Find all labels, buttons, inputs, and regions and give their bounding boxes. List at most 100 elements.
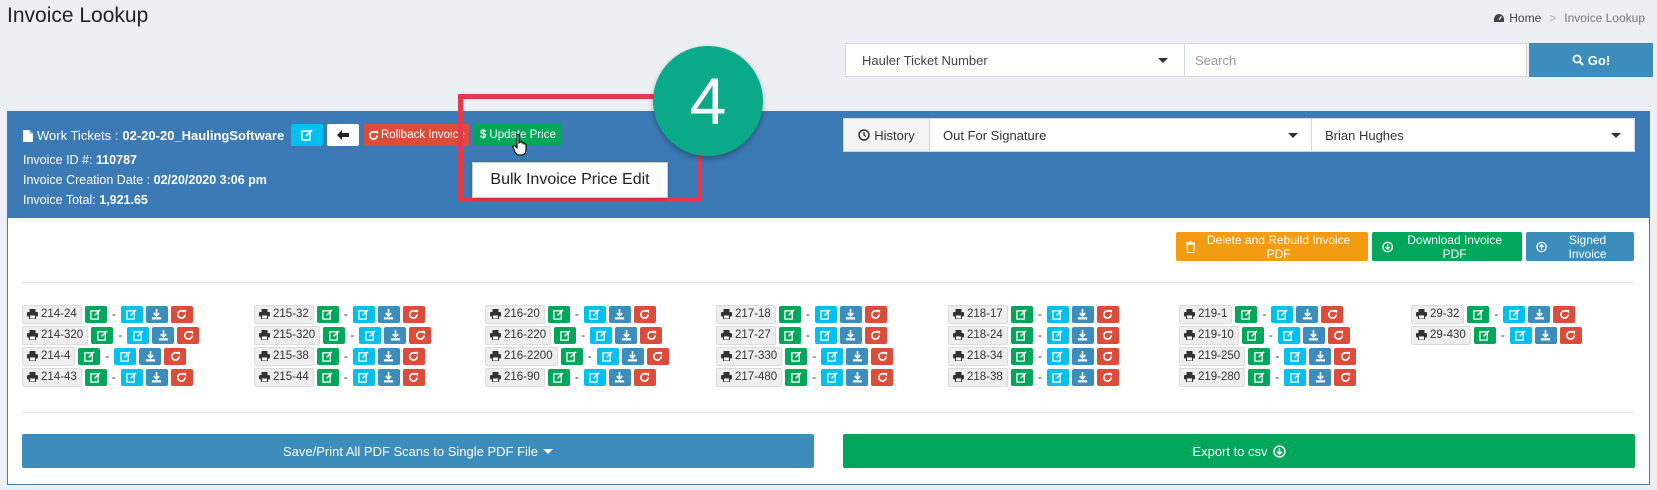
ticket-edit-button[interactable] <box>1010 326 1033 344</box>
ticket-edit-scan-button[interactable] <box>1509 326 1532 344</box>
ticket-print-button[interactable]: 215-320 <box>254 325 321 345</box>
ticket-refresh-button[interactable] <box>864 326 887 344</box>
ticket-print-button[interactable]: 217-330 <box>716 346 783 366</box>
ticket-print-button[interactable]: 29-32 <box>1411 304 1465 324</box>
ticket-edit-scan-button[interactable] <box>1046 368 1069 386</box>
ticket-download-button[interactable] <box>615 326 638 344</box>
ticket-print-button[interactable]: 214-4 <box>22 346 76 366</box>
ticket-download-button[interactable] <box>839 305 862 323</box>
ticket-download-button[interactable] <box>1071 347 1094 365</box>
signed-invoice-button[interactable]: Signed Invoice <box>1526 232 1634 261</box>
ticket-refresh-button[interactable] <box>402 305 425 323</box>
ticket-download-button[interactable] <box>608 305 631 323</box>
ticket-edit-button[interactable] <box>1241 326 1264 344</box>
ticket-refresh-button[interactable] <box>646 347 669 365</box>
ticket-edit-button[interactable] <box>785 347 808 365</box>
ticket-refresh-button[interactable] <box>1096 347 1119 365</box>
ticket-download-button[interactable] <box>846 368 869 386</box>
ticket-edit-scan-button[interactable] <box>821 347 844 365</box>
ticket-refresh-button[interactable] <box>1096 326 1119 344</box>
ticket-print-button[interactable]: 215-38 <box>254 346 314 366</box>
download-invoice-pdf-button[interactable]: Download Invoice PDF <box>1372 232 1522 261</box>
ticket-download-button[interactable] <box>839 326 862 344</box>
ticket-edit-scan-button[interactable] <box>1284 347 1307 365</box>
ticket-edit-scan-button[interactable] <box>1271 305 1294 323</box>
ticket-edit-scan-button[interactable] <box>1046 305 1069 323</box>
ticket-print-button[interactable]: 219-280 <box>1179 367 1246 387</box>
ticket-edit-scan-button[interactable] <box>596 347 619 365</box>
ticket-download-button[interactable] <box>1309 368 1332 386</box>
ticket-download-button[interactable] <box>1309 347 1332 365</box>
ticket-edit-button[interactable] <box>1473 326 1496 344</box>
ticket-download-button[interactable] <box>1296 305 1319 323</box>
ticket-print-button[interactable]: 216-2200 <box>485 346 558 366</box>
search-type-select[interactable]: Hauler Ticket Number <box>845 43 1185 77</box>
ticket-edit-scan-button[interactable] <box>352 347 375 365</box>
ticket-edit-button[interactable] <box>84 305 107 323</box>
ticket-edit-scan-button[interactable] <box>1046 326 1069 344</box>
ticket-edit-button[interactable] <box>547 305 570 323</box>
ticket-refresh-button[interactable] <box>1334 368 1357 386</box>
ticket-download-button[interactable] <box>1528 305 1551 323</box>
ticket-download-button[interactable] <box>1302 326 1325 344</box>
ticket-refresh-button[interactable] <box>871 368 894 386</box>
save-print-all-pdf-button[interactable]: Save/Print All PDF Scans to Single PDF F… <box>22 434 814 468</box>
ticket-download-button[interactable] <box>152 326 175 344</box>
ticket-refresh-button[interactable] <box>1327 326 1350 344</box>
ticket-print-button[interactable]: 217-18 <box>716 304 776 324</box>
ticket-edit-scan-button[interactable] <box>1046 347 1069 365</box>
breadcrumb-home-link[interactable]: Home <box>1509 11 1541 25</box>
ticket-edit-button[interactable] <box>785 368 808 386</box>
ticket-edit-button[interactable] <box>1248 347 1271 365</box>
ticket-edit-button[interactable] <box>316 347 339 365</box>
ticket-edit-scan-button[interactable] <box>120 368 143 386</box>
ticket-edit-scan-button[interactable] <box>352 368 375 386</box>
ticket-refresh-button[interactable] <box>871 347 894 365</box>
ticket-print-button[interactable]: 218-24 <box>948 325 1008 345</box>
ticket-edit-button[interactable] <box>316 305 339 323</box>
ticket-print-button[interactable]: 217-480 <box>716 367 783 387</box>
ticket-download-button[interactable] <box>621 347 644 365</box>
back-button[interactable] <box>327 124 359 146</box>
ticket-edit-button[interactable] <box>323 326 346 344</box>
ticket-edit-button[interactable] <box>1010 305 1033 323</box>
ticket-refresh-button[interactable] <box>1553 305 1576 323</box>
ticket-edit-button[interactable] <box>554 326 577 344</box>
ticket-download-button[interactable] <box>139 347 162 365</box>
ticket-edit-scan-button[interactable] <box>359 326 382 344</box>
edit-invoice-button[interactable] <box>291 124 323 146</box>
ticket-print-button[interactable]: 215-44 <box>254 367 314 387</box>
ticket-edit-scan-button[interactable] <box>1284 368 1307 386</box>
ticket-download-button[interactable] <box>1071 368 1094 386</box>
ticket-edit-button[interactable] <box>1010 347 1033 365</box>
ticket-print-button[interactable]: 214-320 <box>22 325 89 345</box>
ticket-refresh-button[interactable] <box>633 368 656 386</box>
ticket-print-button[interactable]: 216-220 <box>485 325 552 345</box>
assigned-user-select[interactable]: Brian Hughes <box>1312 119 1634 151</box>
ticket-edit-scan-button[interactable] <box>114 347 137 365</box>
ticket-edit-button[interactable] <box>560 347 583 365</box>
ticket-edit-button[interactable] <box>1248 368 1271 386</box>
ticket-print-button[interactable]: 218-17 <box>948 304 1008 324</box>
ticket-print-button[interactable]: 219-10 <box>1179 325 1239 345</box>
ticket-edit-scan-button[interactable] <box>352 305 375 323</box>
ticket-download-button[interactable] <box>145 368 168 386</box>
ticket-print-button[interactable]: 217-27 <box>716 325 776 345</box>
rollback-invoice-button[interactable]: Rollback Invoice <box>364 124 469 146</box>
ticket-download-button[interactable] <box>377 305 400 323</box>
ticket-refresh-button[interactable] <box>170 305 193 323</box>
ticket-download-button[interactable] <box>1071 326 1094 344</box>
ticket-edit-scan-button[interactable] <box>127 326 150 344</box>
ticket-edit-scan-button[interactable] <box>583 305 606 323</box>
ticket-edit-scan-button[interactable] <box>583 368 606 386</box>
ticket-download-button[interactable] <box>846 347 869 365</box>
ticket-edit-button[interactable] <box>778 326 801 344</box>
ticket-edit-scan-button[interactable] <box>590 326 613 344</box>
export-csv-button[interactable]: Export to csv <box>843 434 1635 468</box>
ticket-edit-button[interactable] <box>84 368 107 386</box>
ticket-refresh-button[interactable] <box>864 305 887 323</box>
ticket-edit-scan-button[interactable] <box>814 305 837 323</box>
go-button[interactable]: Go! <box>1529 43 1653 77</box>
ticket-print-button[interactable]: 216-90 <box>485 367 545 387</box>
ticket-print-button[interactable]: 29-430 <box>1411 325 1471 345</box>
